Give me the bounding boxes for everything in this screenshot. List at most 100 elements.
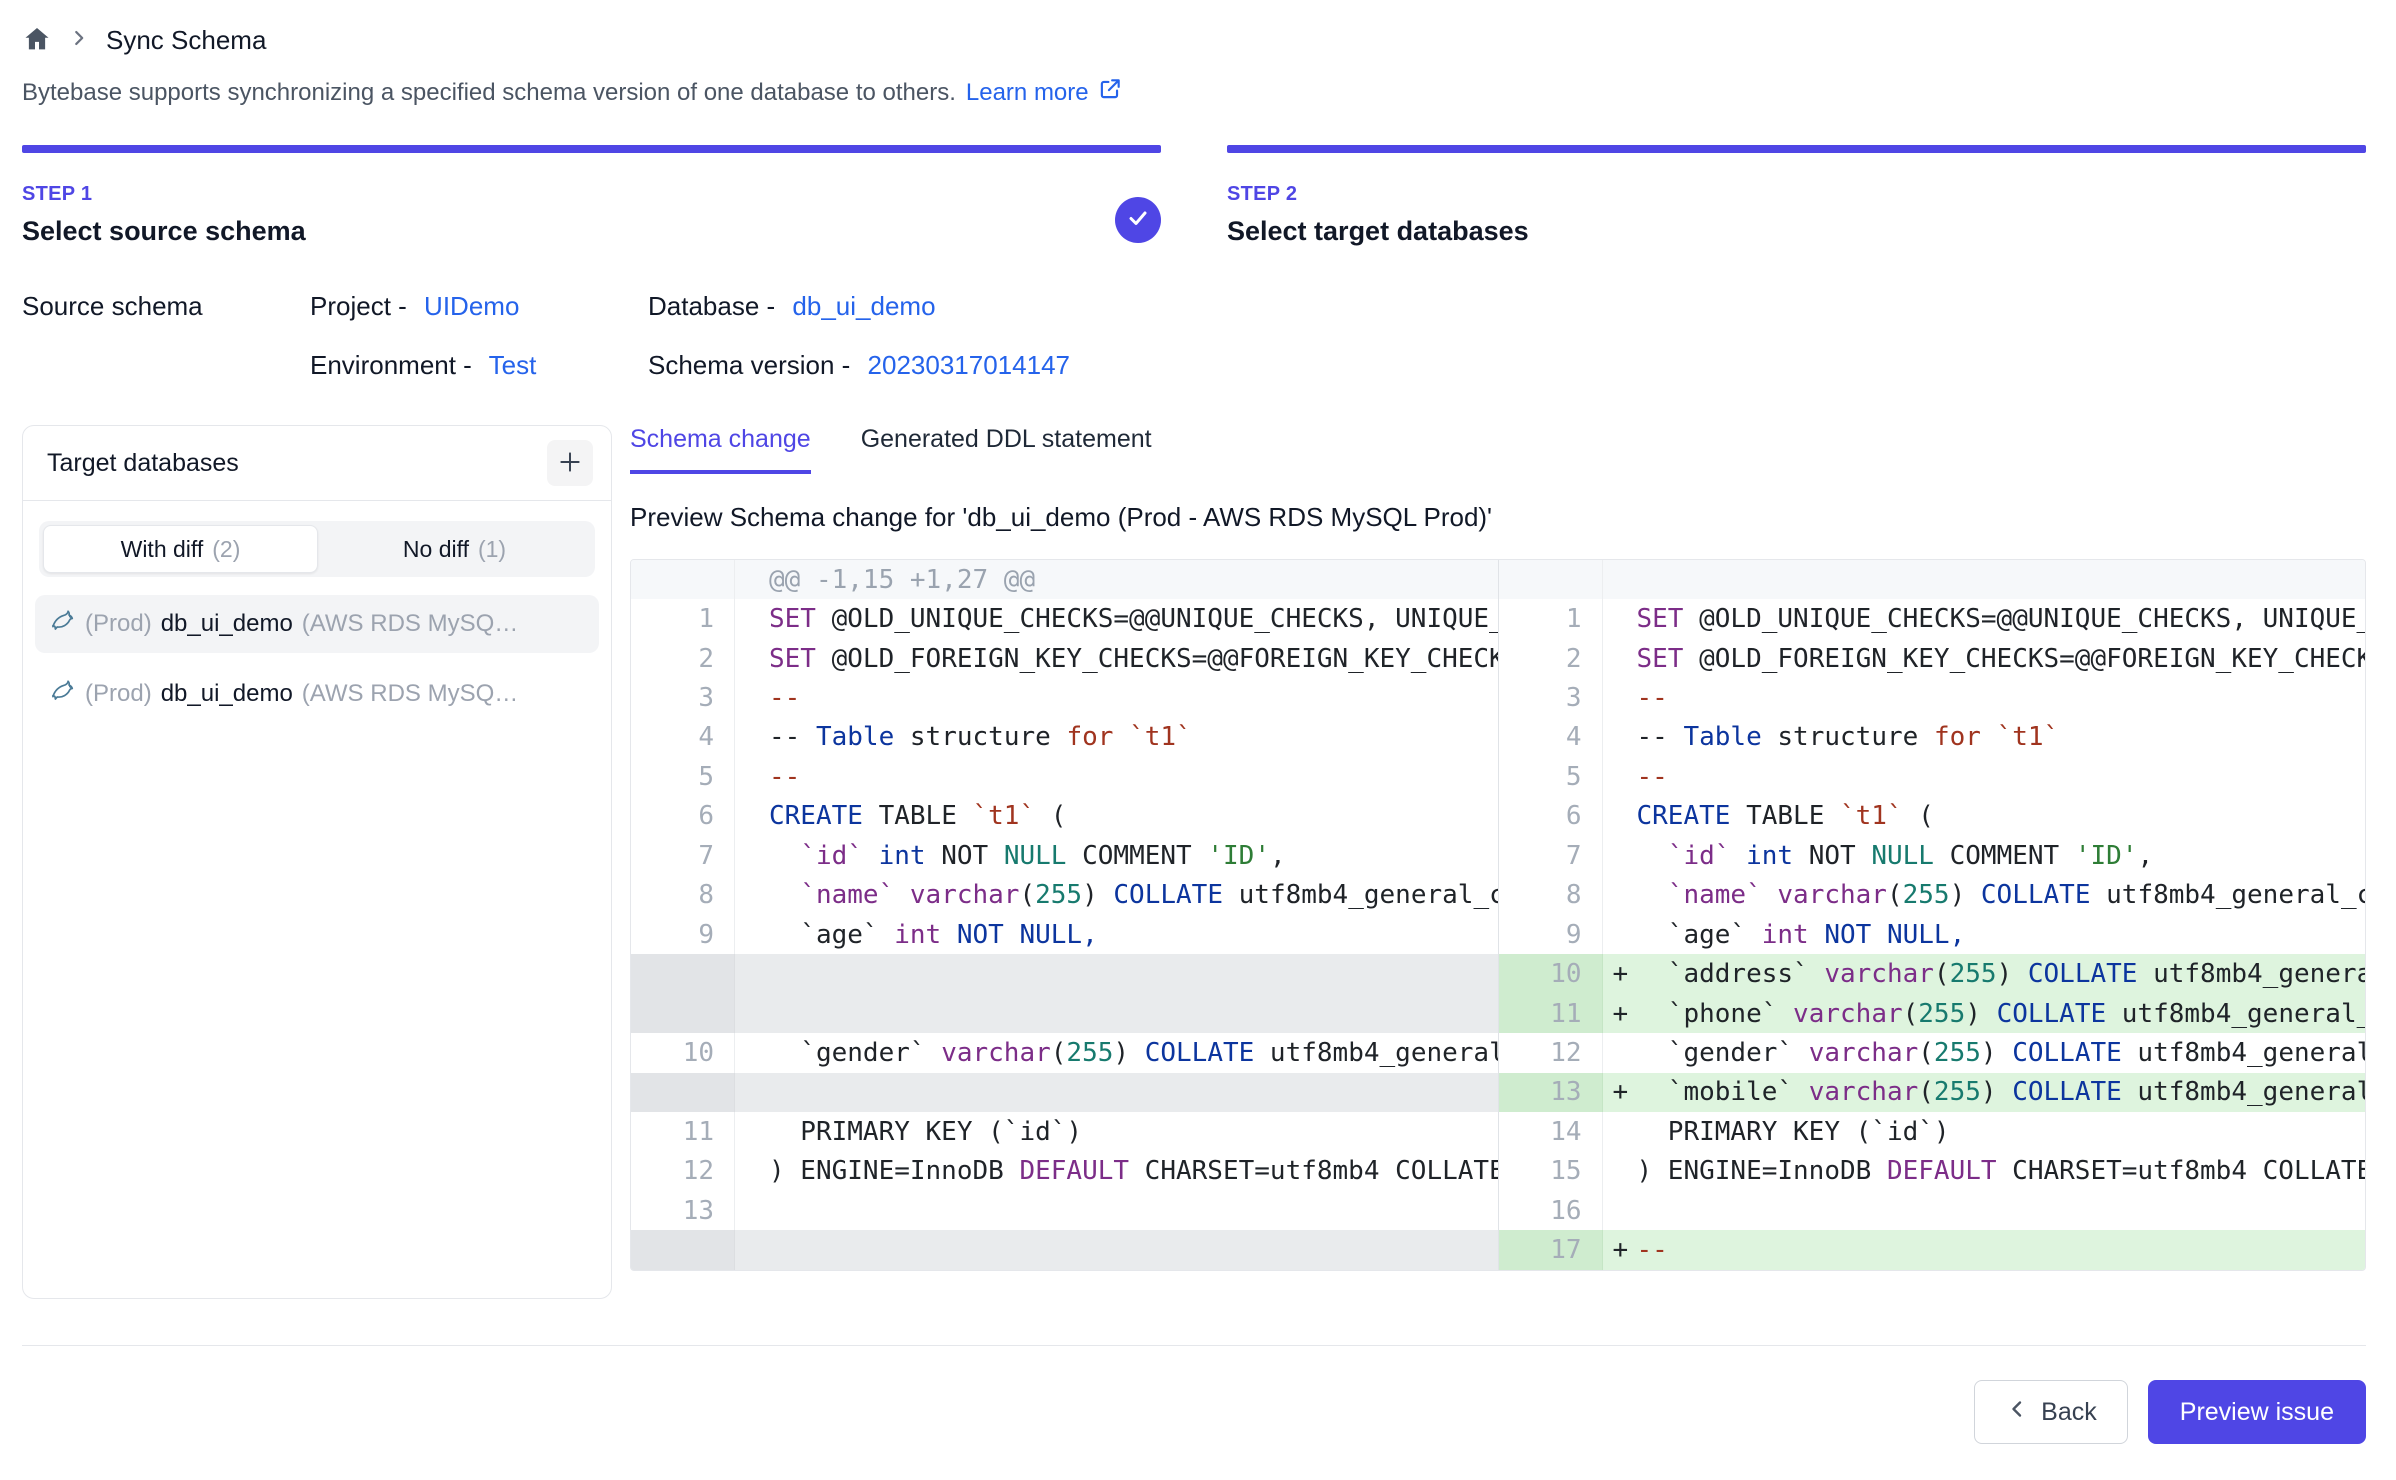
- page-description: Bytebase supports synchronizing a specif…: [22, 76, 2366, 109]
- diff-row: 8 `name` varchar(255) COLLATE utf8mb4_ge…: [1499, 876, 2366, 915]
- line-number: 12: [631, 1152, 735, 1191]
- description-text: Bytebase supports synchronizing a specif…: [22, 79, 956, 107]
- step-1-complete-badge: [1115, 197, 1161, 243]
- line-number: 10: [631, 1033, 735, 1072]
- line-number: 3: [631, 678, 735, 717]
- diff-row: 8 `name` varchar(255) COLLATE utf8mb4_ge…: [631, 876, 1498, 915]
- code-line: CREATE TABLE `t1` (: [1637, 801, 2366, 831]
- sync-schema-page: Sync Schema Bytebase supports synchroniz…: [0, 0, 2396, 1480]
- schema-version-field: Schema version - 20230317014147: [648, 350, 2366, 381]
- line-number: [631, 1230, 735, 1269]
- check-icon: [1126, 206, 1150, 235]
- line-number: 13: [1499, 1073, 1603, 1112]
- line-number: 6: [631, 797, 735, 836]
- database-field: Database - db_ui_demo: [648, 291, 2366, 322]
- diff-row: 1SET @OLD_UNIQUE_CHECKS=@@UNIQUE_CHECKS,…: [631, 599, 1498, 638]
- schema-version-link[interactable]: 20230317014147: [868, 350, 1070, 380]
- source-schema-summary: Source schema Project - UIDemo Database …: [22, 291, 2366, 381]
- code-line: @@ -1,15 +1,27 @@: [769, 565, 1498, 595]
- diff-row: 7 `id` int NOT NULL COMMENT 'ID',: [1499, 836, 2366, 875]
- code-line: SET @OLD_UNIQUE_CHECKS=@@UNIQUE_CHECKS, …: [769, 604, 1498, 634]
- line-number: 4: [1499, 718, 1603, 757]
- db-name: db_ui_demo: [161, 610, 293, 638]
- line-number: 1: [1499, 599, 1603, 638]
- project-link[interactable]: UIDemo: [424, 291, 519, 321]
- code-line: --: [1637, 1235, 2366, 1265]
- step-progress: STEP 1 Select source schema STEP 2 Selec…: [22, 145, 2366, 247]
- database-item[interactable]: (Prod) db_ui_demo (AWS RDS MySQL Prod): [35, 665, 599, 723]
- tab-with-diff[interactable]: With diff (2): [43, 525, 318, 573]
- code-line: `address` varchar(255) COLLATE utf8mb4_g…: [1637, 959, 2366, 989]
- project-field: Project - UIDemo: [310, 291, 648, 322]
- home-icon: [22, 24, 52, 57]
- home-breadcrumb-button[interactable]: [22, 24, 52, 57]
- code-line: -- Table structure for `t1`: [1637, 722, 2366, 752]
- code-line: `id` int NOT NULL COMMENT 'ID',: [769, 841, 1498, 871]
- diff-row: 12 `gender` varchar(255) COLLATE utf8mb4…: [1499, 1033, 2366, 1072]
- line-number: [631, 994, 735, 1033]
- line-number: 15: [1499, 1152, 1603, 1191]
- line-number: 16: [1499, 1191, 1603, 1230]
- environment-link[interactable]: Test: [489, 350, 537, 380]
- diff-row: 15) ENGINE=InnoDB DEFAULT CHARSET=utf8mb…: [1499, 1152, 2366, 1191]
- preview-title: Preview Schema change for 'db_ui_demo (P…: [630, 502, 2366, 533]
- line-number: 7: [631, 836, 735, 875]
- back-button[interactable]: Back: [1974, 1380, 2128, 1444]
- code-line: SET @OLD_UNIQUE_CHECKS=@@UNIQUE_CHECKS, …: [1637, 604, 2366, 634]
- database-field-label: Database -: [648, 291, 775, 321]
- step-1-progress-bar: [22, 145, 1161, 153]
- database-link[interactable]: db_ui_demo: [792, 291, 935, 321]
- step-1-title: Select source schema: [22, 216, 1161, 247]
- line-number: 13: [631, 1191, 735, 1230]
- line-number: 6: [1499, 797, 1603, 836]
- database-list: (Prod) db_ui_demo (AWS RDS MySQL Prod) (…: [35, 595, 599, 723]
- diff-hunk-header: [1499, 560, 2366, 599]
- schema-diff-viewer[interactable]: @@ -1,15 +1,27 @@1SET @OLD_UNIQUE_CHECKS…: [630, 559, 2366, 1271]
- tab-generated-ddl[interactable]: Generated DDL statement: [861, 425, 1152, 474]
- project-field-label: Project -: [310, 291, 407, 321]
- main-content: Target databases With diff (2) No diff (…: [22, 425, 2366, 1299]
- schema-preview-section: Schema change Generated DDL statement Pr…: [630, 425, 2366, 1299]
- diff-row: 5--: [1499, 757, 2366, 796]
- target-panel-header: Target databases: [23, 426, 611, 501]
- diff-row: 9 `age` int NOT NULL,: [631, 915, 1498, 954]
- preview-issue-button[interactable]: Preview issue: [2148, 1380, 2366, 1444]
- code-line: --: [1637, 683, 2366, 713]
- line-number: 17: [1499, 1230, 1603, 1269]
- diff-row: 12) ENGINE=InnoDB DEFAULT CHARSET=utf8mb…: [631, 1152, 1498, 1191]
- code-line: `gender` varchar(255) COLLATE utf8mb4_ge…: [769, 1038, 1498, 1068]
- tab-schema-change[interactable]: Schema change: [630, 425, 811, 474]
- line-number: [631, 1073, 735, 1112]
- diff-row: 1 SET @OLD_UNIQUE_CHECKS=@@UNIQUE_CHECKS,…: [1499, 599, 2366, 638]
- diff-row: 9 `age` int NOT NULL,: [1499, 915, 2366, 954]
- diff-hunk-header: @@ -1,15 +1,27 @@: [631, 560, 1498, 599]
- back-button-label: Back: [2041, 1398, 2097, 1427]
- diff-marker: +: [1603, 1235, 1637, 1265]
- footer-actions: Back Preview issue: [22, 1380, 2366, 1444]
- diff-row: 13+ `mobile` varchar(255) COLLATE utf8mb…: [1499, 1073, 2366, 1112]
- line-number: 2: [1499, 639, 1603, 678]
- learn-more-link[interactable]: Learn more: [966, 76, 1123, 109]
- database-item[interactable]: (Prod) db_ui_demo (AWS RDS MySQL Prod): [35, 595, 599, 653]
- diff-row: 4 -- Table structure for `t1`: [1499, 718, 2366, 757]
- code-line: `age` int NOT NULL,: [769, 920, 1498, 950]
- code-line: `gender` varchar(255) COLLATE utf8mb4_ge…: [1637, 1038, 2366, 1068]
- tab-with-diff-count: (2): [212, 536, 240, 563]
- add-target-database-button[interactable]: [547, 440, 593, 486]
- step-2: STEP 2 Select target databases: [1227, 145, 2366, 247]
- diff-row: 10 `gender` varchar(255) COLLATE utf8mb4…: [631, 1033, 1498, 1072]
- tab-no-diff[interactable]: No diff (1): [318, 525, 591, 573]
- diff-marker: +: [1603, 1077, 1637, 1107]
- diff-placeholder-row: [631, 1230, 1498, 1269]
- code-line: CREATE TABLE `t1` (: [769, 801, 1498, 831]
- tab-no-diff-count: (1): [478, 536, 506, 563]
- diff-row: 11 PRIMARY KEY (`id`): [631, 1112, 1498, 1151]
- diff-placeholder-row: [631, 1073, 1498, 1112]
- diff-row: 10+ `address` varchar(255) COLLATE utf8m…: [1499, 954, 2366, 993]
- breadcrumb-chevron-icon: [68, 27, 90, 54]
- step-2-title: Select target databases: [1227, 216, 2366, 247]
- diff-placeholder-row: [631, 994, 1498, 1033]
- line-number: 7: [1499, 836, 1603, 875]
- target-panel-title: Target databases: [47, 449, 239, 478]
- environment-field: Environment - Test: [310, 350, 648, 381]
